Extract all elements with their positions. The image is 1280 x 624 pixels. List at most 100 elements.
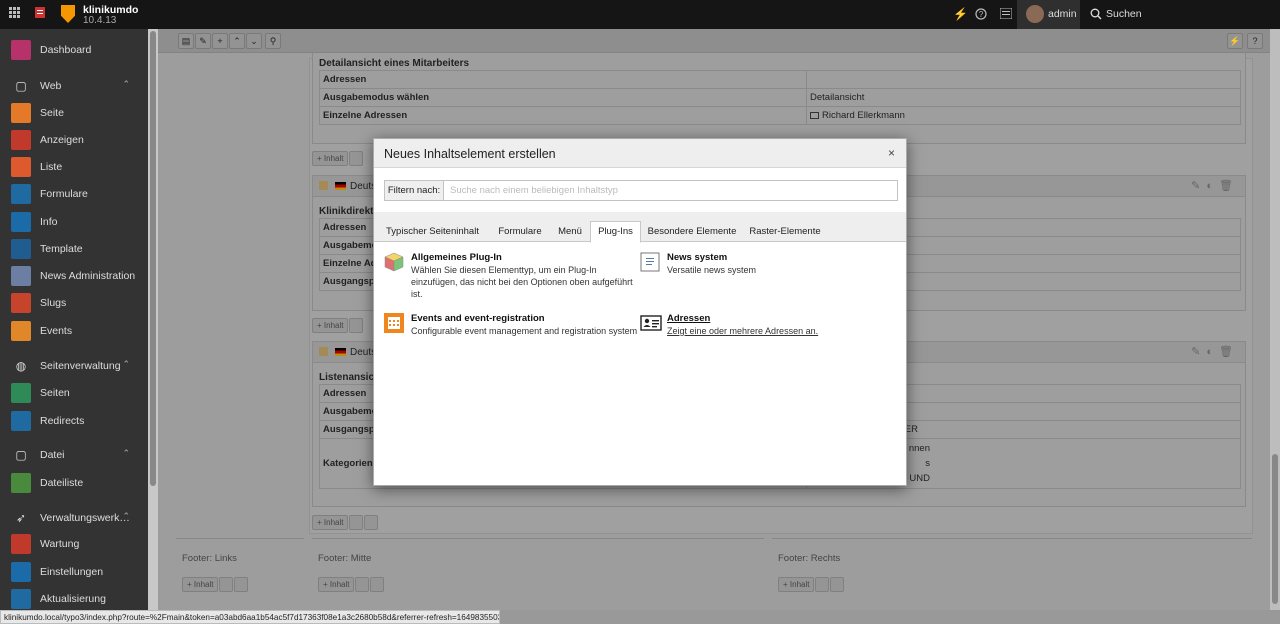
add-content-row: + Inhalt: [312, 515, 379, 531]
sidebar-item-web[interactable]: ▢ Web ⌃: [0, 74, 148, 98]
add-content-button[interactable]: + Inhalt: [312, 318, 349, 333]
site-version: 10.4.13: [83, 15, 117, 26]
sidebar-item-formulare[interactable]: Formulare: [0, 182, 148, 206]
tab-besondere-elemente[interactable]: Besondere Elemente: [647, 222, 737, 242]
edit-page-icon[interactable]: ✎: [195, 33, 211, 49]
status-bar-background: [500, 610, 1280, 624]
sidebar-item-aktualisierung[interactable]: Aktualisierung: [0, 587, 148, 611]
sidebar-item-seiten[interactable]: Seiten: [0, 381, 148, 405]
move-down-icon[interactable]: ⌄: [246, 33, 262, 49]
row-value-line: nnen: [908, 443, 930, 454]
footer-title: Footer: Links: [182, 553, 237, 564]
slugs-icon: [11, 293, 31, 313]
plugin-title: Events and event-registration: [411, 313, 545, 324]
add-content-row: + Inhalt: [312, 318, 364, 334]
new-page-icon[interactable]: ▤: [178, 33, 194, 49]
paste-icon[interactable]: [815, 577, 830, 592]
reference-icon[interactable]: [234, 577, 249, 592]
sidebar-item-label: Verwaltungswerk…: [40, 512, 130, 524]
content-scrollbar-thumb[interactable]: [1272, 454, 1278, 604]
sidebar-item-verwaltungswerk[interactable]: ➶ Verwaltungswerk… ⌃: [0, 506, 148, 530]
plugin-title: Allgemeines Plug-In: [411, 252, 502, 263]
sidebar-item-news-administration[interactable]: News Administration: [0, 264, 148, 288]
chevron-up-icon[interactable]: ⌃: [122, 511, 130, 522]
reference-icon[interactable]: [364, 515, 379, 530]
rocket-icon: ➶: [15, 511, 27, 525]
sidebar-item-dashboard[interactable]: Dashboard: [0, 38, 148, 62]
sidebar-item-wartung[interactable]: Wartung: [0, 532, 148, 556]
add-content-label: Inhalt: [193, 580, 214, 589]
row-key: Einzelne Adressen: [319, 106, 807, 125]
sidebar-item-label: Events: [40, 325, 73, 337]
sidebar-item-events[interactable]: Events: [0, 319, 148, 343]
news-icon: [11, 266, 31, 286]
add-content-button[interactable]: + Inhalt: [778, 577, 815, 592]
sidebar-item-info[interactable]: Info: [0, 210, 148, 234]
tab-menu[interactable]: Menü: [555, 222, 585, 242]
chevron-up-icon[interactable]: ⌃: [122, 448, 130, 459]
tab-formulare[interactable]: Formulare: [491, 222, 549, 242]
add-content-button[interactable]: + Inhalt: [318, 577, 355, 592]
doc-header-toolbar: ▤ ✎ + ⌃ ⌄ ⚲ ⚡ ?: [158, 29, 1270, 53]
typo3-logo[interactable]: [61, 5, 75, 23]
tab-raster-elemente[interactable]: Raster-Elemente: [746, 222, 824, 242]
search-icon[interactable]: ⚲: [265, 33, 281, 49]
sidebar-scrollbar[interactable]: [148, 29, 158, 610]
plugin-cube-icon: [319, 347, 328, 356]
flash-icon[interactable]: ⚡: [953, 7, 968, 21]
chevron-up-icon[interactable]: ⌃: [122, 359, 130, 370]
search-icon[interactable]: [1090, 8, 1102, 23]
add-content-button[interactable]: + Inhalt: [312, 515, 349, 530]
sidebar-item-redirects[interactable]: Redirects: [0, 409, 148, 433]
sidebar-item-anzeigen[interactable]: Anzeigen: [0, 128, 148, 152]
close-icon[interactable]: ×: [888, 146, 895, 160]
add-content-label: Inhalt: [323, 154, 344, 163]
paste-icon[interactable]: [349, 151, 364, 166]
filter-input[interactable]: [445, 181, 897, 200]
plugin-description: Configurable event management and regist…: [411, 326, 638, 336]
chevron-up-icon[interactable]: ⌃: [122, 79, 130, 90]
sidebar-item-einstellungen[interactable]: Einstellungen: [0, 560, 148, 584]
add-content-row: + Inhalt: [312, 151, 364, 167]
add-content-button[interactable]: + Inhalt: [312, 151, 349, 166]
sidebar-item-label: Einstellungen: [40, 566, 104, 578]
search-button[interactable]: Suchen: [1106, 8, 1142, 20]
sidebar-item-label: Dateiliste: [40, 477, 84, 489]
help-icon[interactable]: ?: [975, 8, 987, 23]
dashboard-icon: [11, 40, 31, 60]
element-actions[interactable]: ✎◐🗑: [1191, 179, 1239, 192]
move-up-icon[interactable]: ⌃: [229, 33, 245, 49]
sidebar-item-slugs[interactable]: Slugs: [0, 291, 148, 315]
paste-icon[interactable]: [349, 515, 364, 530]
top-bar: klinikumdo 10.4.13 ⚡ ? admin Suchen: [0, 0, 1280, 29]
bookmark-icon[interactable]: [35, 7, 45, 21]
tab-typischer-seiteninhalt[interactable]: Typischer Seiteninhalt: [384, 222, 481, 242]
sidebar-item-datei[interactable]: ▢ Datei ⌃: [0, 443, 148, 467]
list-icon[interactable]: [999, 7, 1013, 22]
sidebar-item-seitenverwaltung[interactable]: ◍ Seitenverwaltung ⌃: [0, 354, 148, 378]
content-scrollbar[interactable]: [1270, 29, 1280, 610]
plugin-description: Versatile news system: [667, 265, 757, 275]
add-content-label: Inhalt: [329, 580, 350, 589]
paste-icon[interactable]: [355, 577, 370, 592]
add-icon[interactable]: +: [212, 33, 228, 49]
reference-icon[interactable]: [370, 577, 385, 592]
sidebar-scrollbar-thumb[interactable]: [150, 31, 156, 486]
help-icon[interactable]: ?: [1247, 33, 1263, 49]
user-menu[interactable]: admin: [1017, 0, 1080, 29]
grid-icon[interactable]: [9, 7, 20, 21]
reference-icon[interactable]: [830, 577, 845, 592]
modal-header: Neues Inhaltselement erstellen ×: [374, 139, 906, 168]
sidebar-item-liste[interactable]: Liste: [0, 155, 148, 179]
add-content-button[interactable]: + Inhalt: [182, 577, 219, 592]
address-card-icon: [810, 112, 819, 119]
tab-plug-ins[interactable]: Plug-Ins: [590, 221, 641, 243]
sidebar-item-template[interactable]: Template: [0, 237, 148, 261]
sidebar-item-seite[interactable]: Seite: [0, 101, 148, 125]
plugin-title: News system: [667, 252, 728, 263]
flash-icon[interactable]: ⚡: [1227, 33, 1243, 49]
sidebar-item-dateiliste[interactable]: Dateiliste: [0, 471, 148, 495]
element-actions[interactable]: ✎◐🗑: [1191, 345, 1239, 358]
paste-icon[interactable]: [349, 318, 364, 333]
paste-icon[interactable]: [219, 577, 234, 592]
